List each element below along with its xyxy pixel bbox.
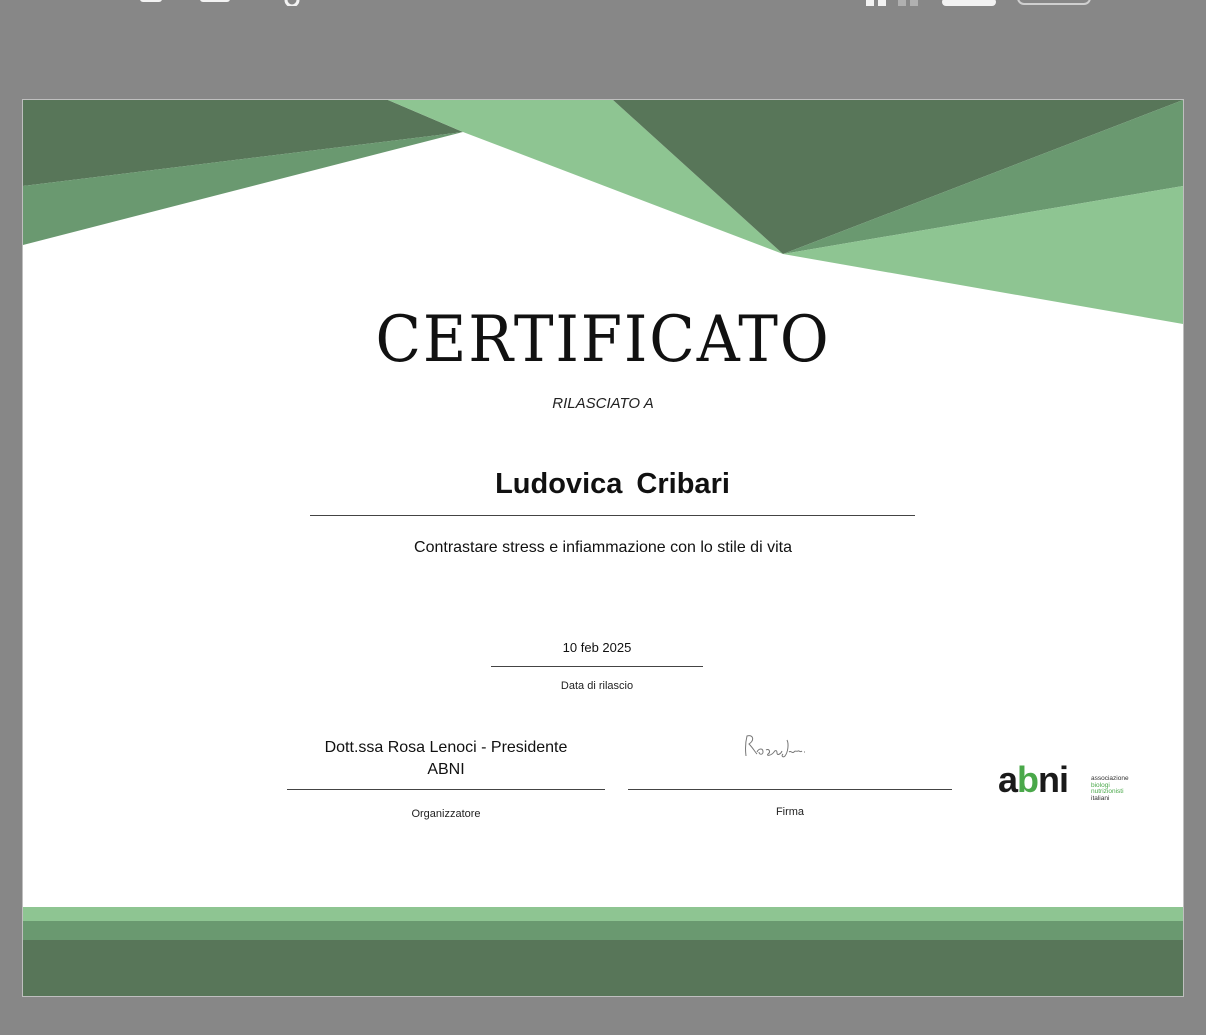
course-title: Contrastare stress e infiammazione con l… [414,539,792,556]
signature-label: Firma [775,806,805,818]
issue-date: 10 feb 2025 [562,640,632,655]
bottom-band-dark [23,940,1183,996]
organizer-line [287,789,605,790]
issue-date-line [491,666,703,667]
organizer-name-line2: ABNI [427,761,465,778]
certificate: CERTIFICATO RILASCIATO A Ludovica Cribar… [23,100,1183,996]
abni-logo: abni associazione biologi nutrizionisti … [998,760,1138,804]
organizer-name-line1: Dott.ssa Rosa Lenoci - Presidente [324,739,568,756]
logo-letter-a: a [998,759,1018,800]
recipient-underline [310,515,915,516]
organizer-label: Organizzatore [411,808,481,820]
logo-sub-line-4: italiani [1091,794,1110,802]
bottom-band-mid [23,921,1183,940]
logo-letters-ni: ni [1038,759,1069,800]
logo-letter-b: b [1017,759,1039,800]
signature-image [745,735,805,758]
certificate-title: CERTIFICATO [375,303,831,377]
status-bar [0,0,1206,10]
abni-logo-subtitle: associazione biologi nutrizionisti itali… [1091,775,1129,802]
organizer-name: Dott.ssa Rosa Lenoci - Presidente ABNI [287,737,605,781]
status-bar-left-icons [140,0,300,6]
recipient-name: Ludovica Cribari [495,468,730,500]
bottom-band-light [23,907,1183,921]
top-decoration [23,100,1183,324]
status-bar-right-icons [866,0,1091,6]
certificate-subtitle: RILASCIATO A [552,395,654,412]
abni-logo-word: abni [998,759,1069,800]
issue-date-label: Data di rilascio [560,680,634,692]
signature-line [628,789,952,790]
